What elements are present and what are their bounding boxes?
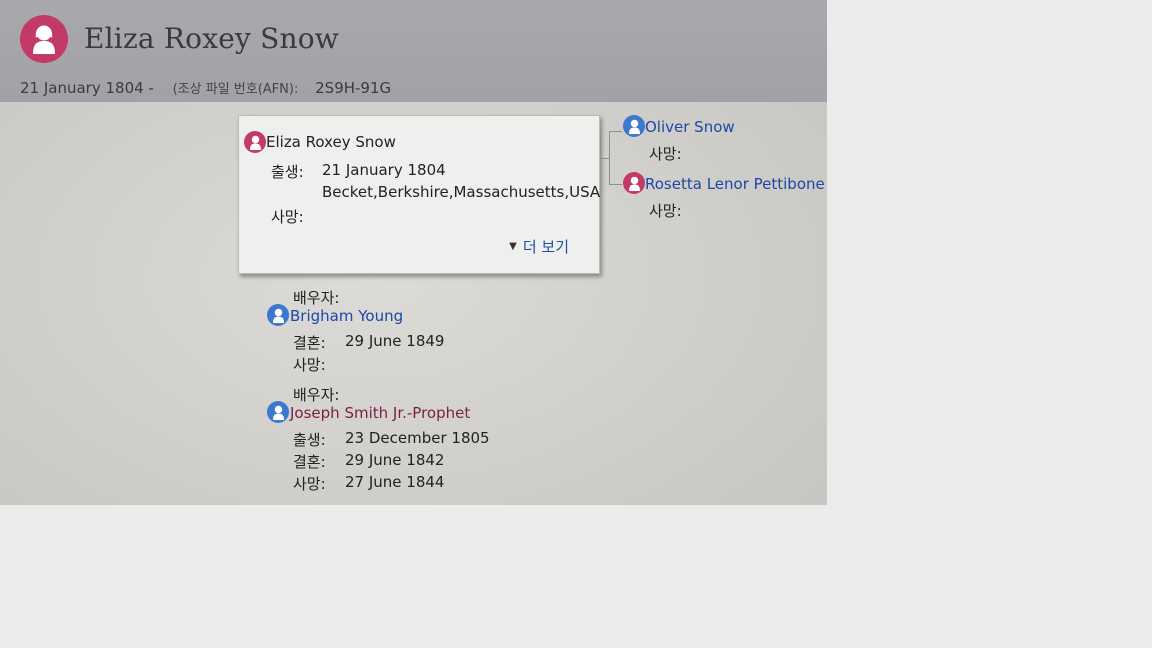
marriage-date: 29 June 1849 [345, 332, 445, 350]
birth-label: 출생: [271, 163, 304, 181]
spouse-link-brigham-young[interactable]: Brigham Young [290, 307, 403, 325]
card-person-name: Eliza Roxey Snow [266, 133, 396, 151]
person-summary: 21 January 1804 - (조상 파일 번호(AFN): 2S9H-9… [20, 78, 391, 97]
person-card: Eliza Roxey Snow 출생: 21 January 1804 Bec… [238, 115, 600, 274]
page-title: Eliza Roxey Snow [84, 22, 339, 55]
person-page: Eliza Roxey Snow 21 January 1804 - (조상 파… [0, 0, 827, 505]
marriage-label: 결혼: [293, 334, 326, 352]
person-header: Eliza Roxey Snow 21 January 1804 - (조상 파… [0, 0, 827, 102]
mother-link[interactable]: Rosetta Lenor Pettibone [645, 175, 825, 193]
person-male-icon [267, 401, 289, 423]
parent-connector-horizontal [600, 158, 609, 159]
spouse-label: 배우자: [293, 289, 340, 307]
mother-death-label: 사망: [649, 202, 682, 220]
more-label: 더 보기 [522, 238, 569, 256]
spouse-link-joseph-smith[interactable]: Joseph Smith Jr.-Prophet [290, 404, 470, 422]
death-date: 27 June 1844 [345, 473, 445, 491]
father-death-label: 사망: [649, 145, 682, 163]
death-label: 사망: [293, 475, 326, 493]
triangle-down-icon: ▼ [509, 241, 517, 252]
person-male-icon [267, 304, 289, 326]
parent-connector [600, 131, 601, 159]
afn-label: (조상 파일 번호(AFN): [172, 82, 299, 97]
person-male-icon [623, 115, 645, 137]
marriage-label: 결혼: [293, 453, 326, 471]
parent-bracket [609, 131, 622, 185]
person-female-icon [244, 131, 266, 153]
person-female-icon [623, 172, 645, 194]
birth-date: 21 January 1804 [322, 161, 446, 179]
birth-place: Becket,Berkshire,Massachusetts,USA [322, 183, 601, 201]
afn-value: 2S9H-91G [315, 79, 392, 97]
person-female-icon [20, 15, 68, 63]
father-link[interactable]: Oliver Snow [645, 118, 735, 136]
person-dates: 21 January 1804 - [20, 79, 154, 97]
birth-label: 출생: [293, 431, 326, 449]
marriage-date: 29 June 1842 [345, 451, 445, 469]
death-label: 사망: [271, 208, 304, 226]
birth-date: 23 December 1805 [345, 429, 490, 447]
more-button[interactable]: ▼ 더 보기 [509, 236, 569, 257]
death-label: 사망: [293, 356, 326, 374]
spouse-label: 배우자: [293, 386, 340, 404]
